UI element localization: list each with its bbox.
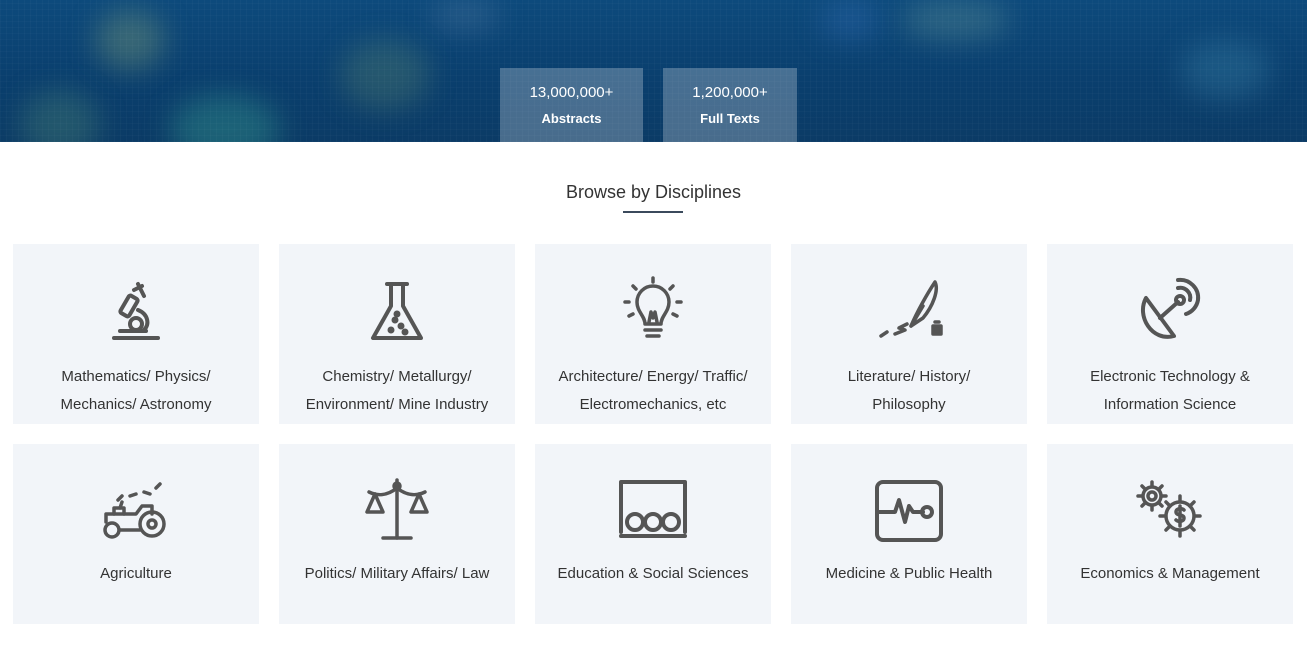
heartbeat-monitor-icon (873, 476, 945, 548)
tractor-icon (100, 476, 172, 548)
stat-number: 1,200,000+ (692, 84, 768, 101)
label-line: Architecture/ Energy/ Traffic/ (558, 368, 748, 385)
discipline-label: Chemistry/ Metallurgy/ Environment/ Mine… (287, 363, 507, 419)
discipline-label: Literature/ History/ Philosophy (799, 363, 1019, 419)
discipline-card-chemistry[interactable]: Chemistry/ Metallurgy/ Environment/ Mine… (279, 244, 515, 424)
label-line: Mathematics/ Physics/ (61, 368, 211, 385)
discipline-card-mathematics[interactable]: Mathematics/ Physics/ Mechanics/ Astrono… (13, 244, 259, 424)
discipline-card-agriculture[interactable]: Agriculture (13, 444, 259, 624)
satellite-dish-icon (1134, 276, 1206, 348)
discipline-label: Economics & Management (1080, 565, 1260, 582)
discipline-card-architecture[interactable]: Architecture/ Energy/ Traffic/ Electrome… (535, 244, 771, 424)
discipline-label: Medicine & Public Health (825, 565, 993, 582)
scales-icon (361, 476, 433, 548)
discipline-card-economics[interactable]: Economics & Management (1047, 444, 1293, 624)
classroom-icon (617, 476, 689, 548)
discipline-label: Agriculture (100, 565, 172, 582)
section-title: Browse by Disciplines (565, 182, 742, 202)
label-line: Philosophy (872, 396, 946, 413)
microscope-icon (100, 276, 172, 348)
stat-full-texts: 1,200,000+ Full Texts (663, 68, 797, 142)
lightbulb-icon (617, 276, 689, 348)
label-line: Electronic Technology & (1090, 368, 1250, 385)
title-underline (623, 211, 683, 213)
discipline-label: Architecture/ Energy/ Traffic/ Electrome… (543, 363, 763, 419)
label-line: Electromechanics, etc (579, 396, 727, 413)
stat-label: Full Texts (700, 111, 760, 126)
discipline-card-education[interactable]: Education & Social Sciences (535, 444, 771, 624)
quill-pen-icon (873, 276, 945, 348)
discipline-card-electronic[interactable]: Electronic Technology & Information Scie… (1047, 244, 1293, 424)
discipline-label: Politics/ Military Affairs/ Law (304, 565, 490, 582)
label-line: Information Science (1103, 396, 1237, 413)
stat-label: Abstracts (541, 111, 602, 126)
discipline-label: Mathematics/ Physics/ Mechanics/ Astrono… (21, 363, 251, 419)
discipline-label: Electronic Technology & Information Scie… (1055, 363, 1285, 419)
discipline-card-politics[interactable]: Politics/ Military Affairs/ Law (279, 444, 515, 624)
gears-dollar-icon (1134, 476, 1206, 548)
label-line: Environment/ Mine Industry (305, 396, 489, 413)
label-line: Chemistry/ Metallurgy/ (322, 368, 472, 385)
stat-abstracts: 13,000,000+ Abstracts (500, 68, 643, 142)
flask-icon (361, 276, 433, 348)
discipline-card-medicine[interactable]: Medicine & Public Health (791, 444, 1027, 624)
stat-number: 13,000,000+ (529, 84, 614, 101)
label-line: Mechanics/ Astronomy (60, 396, 212, 413)
label-line: Literature/ History/ (847, 368, 971, 385)
hero-banner: 13,000,000+ Abstracts 1,200,000+ Full Te… (0, 0, 1307, 142)
discipline-label: Education & Social Sciences (557, 565, 749, 582)
discipline-card-literature[interactable]: Literature/ History/ Philosophy (791, 244, 1027, 424)
